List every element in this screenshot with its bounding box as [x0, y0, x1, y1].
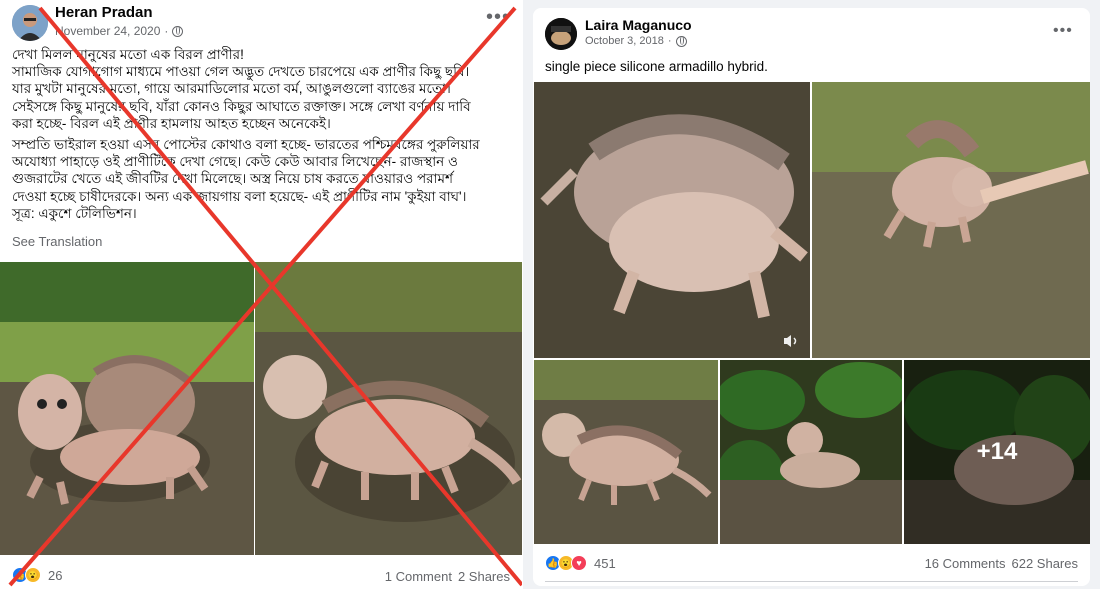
post-date[interactable]: October 3, 2018: [585, 35, 664, 47]
more-options-icon[interactable]: •••: [1053, 22, 1073, 40]
comments-count-link[interactable]: 1 Comment: [385, 569, 452, 584]
post-photo[interactable]: [0, 262, 254, 555]
post-stats: 1 Comment 2 Shares: [385, 569, 510, 584]
post-photo[interactable]: [534, 360, 718, 544]
post-photo[interactable]: [255, 262, 522, 555]
volume-icon[interactable]: [782, 334, 800, 348]
right-panel: Laira Maganuco October 3, 2018 · ••• sin…: [523, 0, 1100, 589]
wow-reaction-icon: 😮: [25, 567, 41, 583]
post-text-line: যার মুখটা মানুষের মতো, গায়ে আরমাডিলোর ম…: [12, 81, 451, 97]
see-translation-link[interactable]: See Translation: [12, 234, 102, 249]
left-post: Heran Pradan November 24, 2020 · ••• দেখ…: [0, 0, 522, 589]
post-photo[interactable]: [720, 360, 902, 544]
post-caption: single piece silicone armadillo hybrid.: [545, 59, 768, 74]
post-text-line: সেইসঙ্গে কিছু মানুষের ছবি, যাঁরা কোনও কি…: [12, 98, 471, 114]
globe-icon: [172, 25, 184, 37]
post-stats: 16 Comments 622 Shares: [925, 556, 1078, 571]
post-text-line: দেওয়া হচ্ছে চাষীদেরকে। অন্য এক জায়গায়…: [12, 188, 467, 204]
more-options-icon[interactable]: •••: [486, 6, 510, 29]
author-avatar[interactable]: [12, 5, 48, 41]
post-meta: November 24, 2020 ·: [55, 24, 184, 38]
author-name[interactable]: Laira Maganuco: [585, 17, 692, 33]
reactions-summary[interactable]: 👍 😮 26: [12, 567, 62, 583]
reaction-count: 451: [594, 555, 616, 571]
post-text-line: সূত্র: একুশে টেলিভিশন।: [12, 205, 137, 221]
post-text-line: সামাজিক যোগাগোগ মাধ্যমে পাওয়া গেল অদ্ভু…: [12, 64, 470, 80]
reactions-summary[interactable]: 👍 😮 ♥ 451: [545, 555, 616, 571]
post-text: দেখা মিলল মানুষের মতো এক বিরল প্রাণীর! সা…: [12, 46, 512, 226]
post-photo-more[interactable]: +14: [904, 360, 1090, 544]
author-name[interactable]: Heran Pradan: [55, 4, 153, 21]
right-post: Laira Maganuco October 3, 2018 · ••• sin…: [533, 8, 1090, 586]
post-video[interactable]: [534, 82, 810, 358]
post-text-line: সম্প্রতি ভাইরাল হওয়া এসব পোস্টের কোথাও …: [12, 137, 480, 153]
reaction-count: 26: [48, 567, 63, 583]
post-text-line: দেখা মিলল মানুষের মতো এক বিরল প্রাণীর!: [12, 47, 244, 62]
shares-count-link[interactable]: 622 Shares: [1012, 556, 1079, 571]
author-avatar[interactable]: [545, 18, 577, 50]
post-date[interactable]: November 24, 2020: [55, 24, 160, 38]
comments-count-link[interactable]: 16 Comments: [925, 556, 1006, 571]
post-meta: October 3, 2018 ·: [585, 35, 687, 47]
post-paragraph-2: সম্প্রতি ভাইরাল হওয়া এসব পোস্টের কোথাও …: [12, 136, 512, 222]
love-reaction-icon: ♥: [571, 555, 587, 571]
divider: [545, 581, 1078, 582]
more-photos-count[interactable]: +14: [904, 360, 1090, 544]
shares-count-link[interactable]: 2 Shares: [458, 569, 510, 584]
post-text-line: অযোধ্যা পাহাড়ে ওই প্রাণীটিকে দেখা গেছে।…: [12, 154, 458, 170]
post-paragraph-1: দেখা মিলল মানুষের মতো এক বিরল প্রাণীর! সা…: [12, 46, 512, 132]
globe-icon: [675, 35, 687, 47]
post-photo[interactable]: [812, 82, 1090, 358]
post-text-line: করা হচ্ছে- বিরল এই প্রাণীর হামলায় আহত হ…: [12, 115, 331, 131]
post-text-line: গুজরাটের খেতে এই জীবটির দেখা মিলেছে। অস্…: [12, 171, 453, 187]
